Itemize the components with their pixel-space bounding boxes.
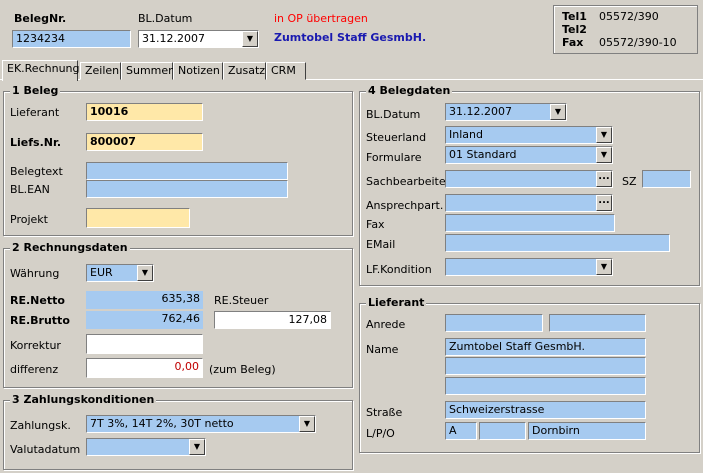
belegnr-input[interactable]: 1234234 — [12, 30, 131, 48]
zahlungsk-label: Zahlungsk. — [10, 419, 71, 432]
bd-fax-input[interactable] — [445, 214, 615, 232]
valutadatum-label: Valutadatum — [10, 443, 81, 456]
contact-box: Tel1 05572/390 Tel2 Fax 05572/390-10 — [553, 5, 698, 54]
bldatum-header-value: 31.12.2007 — [142, 32, 205, 45]
steuerland-value: Inland — [449, 128, 483, 141]
korrektur-input[interactable] — [86, 334, 203, 354]
lfkondition-select[interactable]: ▼ — [445, 258, 613, 276]
beleg-title: 1 Beleg — [10, 84, 61, 98]
waehrung-label: Währung — [10, 267, 60, 280]
ansprech-input[interactable]: ... — [445, 194, 613, 212]
fax-label: Fax — [562, 36, 584, 49]
waehrung-value: EUR — [90, 266, 113, 279]
titel-input[interactable] — [549, 314, 646, 332]
strasse-input[interactable]: Schweizerstrasse — [445, 401, 646, 419]
chevron-down-icon[interactable]: ▼ — [596, 147, 612, 163]
projekt-label: Projekt — [10, 213, 48, 226]
tab-zusatz[interactable]: Zusatz — [223, 62, 266, 80]
tab-zeilen[interactable]: Zeilen — [80, 62, 121, 80]
belegdaten-title: 4 Belegdaten — [366, 84, 453, 98]
liefsnr-label: Liefs.Nr. — [10, 136, 61, 149]
chevron-down-icon[interactable]: ▼ — [596, 127, 612, 143]
zahlung-title: 3 Zahlungskonditionen — [10, 393, 157, 407]
steuer-label: RE.Steuer — [214, 294, 269, 307]
projekt-input[interactable] — [86, 208, 190, 228]
strasse-label: Straße — [366, 406, 403, 419]
tab-summen[interactable]: Summen — [121, 62, 175, 80]
zahlung-group: 3 Zahlungskonditionen — [3, 393, 353, 470]
lieferant-title: Lieferant — [366, 296, 427, 310]
tab-notizen[interactable]: Notizen — [173, 62, 223, 80]
differenz-label: differenz — [10, 363, 59, 376]
email-label: EMail — [366, 238, 396, 251]
lieferant-input[interactable]: 10016 — [86, 103, 203, 121]
fax-value: 05572/390-10 — [599, 36, 677, 49]
op-notice: in OP übertragen — [274, 12, 368, 25]
ansprech-label: Ansprechpart. — [366, 199, 444, 212]
blean-input[interactable] — [86, 180, 288, 198]
bd-fax-label: Fax — [366, 218, 385, 231]
zahlungsk-value: 7T 3%, 14T 2%, 30T netto — [90, 417, 234, 430]
rechnung-title: 2 Rechnungsdaten — [10, 241, 130, 255]
belegtext-input[interactable] — [86, 162, 288, 180]
land-input[interactable]: A — [445, 422, 477, 440]
tel2-label: Tel2 — [562, 23, 587, 36]
lpo-label: L/P/O — [366, 427, 395, 440]
sz-label: SZ — [622, 175, 637, 188]
chevron-down-icon[interactable]: ▼ — [550, 104, 566, 120]
chevron-down-icon[interactable]: ▼ — [137, 265, 153, 281]
anrede-label: Anrede — [366, 318, 406, 331]
lfkondition-label: LF.Kondition — [366, 263, 432, 276]
bd-bldatum-select[interactable]: 31.12.2007 ▼ — [445, 103, 567, 121]
ort-input[interactable]: Dornbirn — [528, 422, 646, 440]
belegnr-label: BelegNr. — [14, 12, 67, 25]
tel1-label: Tel1 — [562, 10, 587, 23]
differenz-value: 0,00 — [86, 358, 203, 378]
chevron-down-icon[interactable]: ▼ — [596, 259, 612, 275]
anrede-input[interactable] — [445, 314, 543, 332]
bldatum-header-label: BL.Datum — [138, 12, 193, 25]
formulare-value: 01 Standard — [449, 148, 517, 161]
zum-beleg-label: (zum Beleg) — [209, 363, 276, 376]
email-input[interactable] — [445, 234, 670, 252]
company-name: Zumtobel Staff GesmbH. — [274, 31, 427, 44]
liefsnr-input[interactable]: 800007 — [86, 133, 203, 151]
bd-bldatum-label: BL.Datum — [366, 108, 421, 121]
steuerland-select[interactable]: Inland ▼ — [445, 126, 613, 144]
name-input[interactable]: Zumtobel Staff GesmbH. — [445, 338, 646, 356]
netto-value: 635,38 — [86, 291, 203, 309]
brutto-label: RE.Brutto — [10, 314, 70, 327]
formulare-label: Formulare — [366, 151, 422, 164]
netto-label: RE.Netto — [10, 294, 65, 307]
chevron-down-icon[interactable]: ▼ — [299, 416, 315, 432]
sachbearbeiter-label: Sachbearbeiter — [366, 175, 451, 188]
ellipsis-icon[interactable]: ... — [596, 171, 612, 187]
steuer-input[interactable]: 127,08 — [214, 311, 331, 329]
lieferant-label: Lieferant — [10, 106, 60, 119]
plz-input[interactable] — [479, 422, 526, 440]
tab-ek-rechnung[interactable]: EK.Rechnung — [2, 60, 80, 81]
valutadatum-select[interactable]: ▼ — [86, 438, 206, 456]
tab-crm[interactable]: CRM — [266, 62, 306, 80]
name3-input[interactable] — [445, 377, 646, 395]
steuerland-label: Steuerland — [366, 131, 427, 144]
korrektur-label: Korrektur — [10, 339, 61, 352]
zahlungsk-select[interactable]: 7T 3%, 14T 2%, 30T netto ▼ — [86, 415, 316, 433]
sz-input[interactable] — [642, 170, 691, 188]
ellipsis-icon[interactable]: ... — [596, 195, 612, 211]
belegtext-label: Belegtext — [10, 165, 63, 178]
brutto-value: 762,46 — [86, 311, 203, 329]
name-label: Name — [366, 343, 399, 356]
formulare-select[interactable]: 01 Standard ▼ — [445, 146, 613, 164]
chevron-down-icon[interactable]: ▼ — [242, 31, 258, 47]
chevron-down-icon[interactable]: ▼ — [189, 439, 205, 455]
bd-bldatum-value: 31.12.2007 — [449, 105, 512, 118]
name2-input[interactable] — [445, 357, 646, 375]
sachbearbeiter-input[interactable]: ... — [445, 170, 613, 188]
waehrung-select[interactable]: EUR ▼ — [86, 264, 154, 282]
tel1-value: 05572/390 — [599, 10, 659, 23]
bldatum-header-select[interactable]: 31.12.2007 ▼ — [138, 30, 259, 48]
blean-label: BL.EAN — [10, 183, 50, 196]
